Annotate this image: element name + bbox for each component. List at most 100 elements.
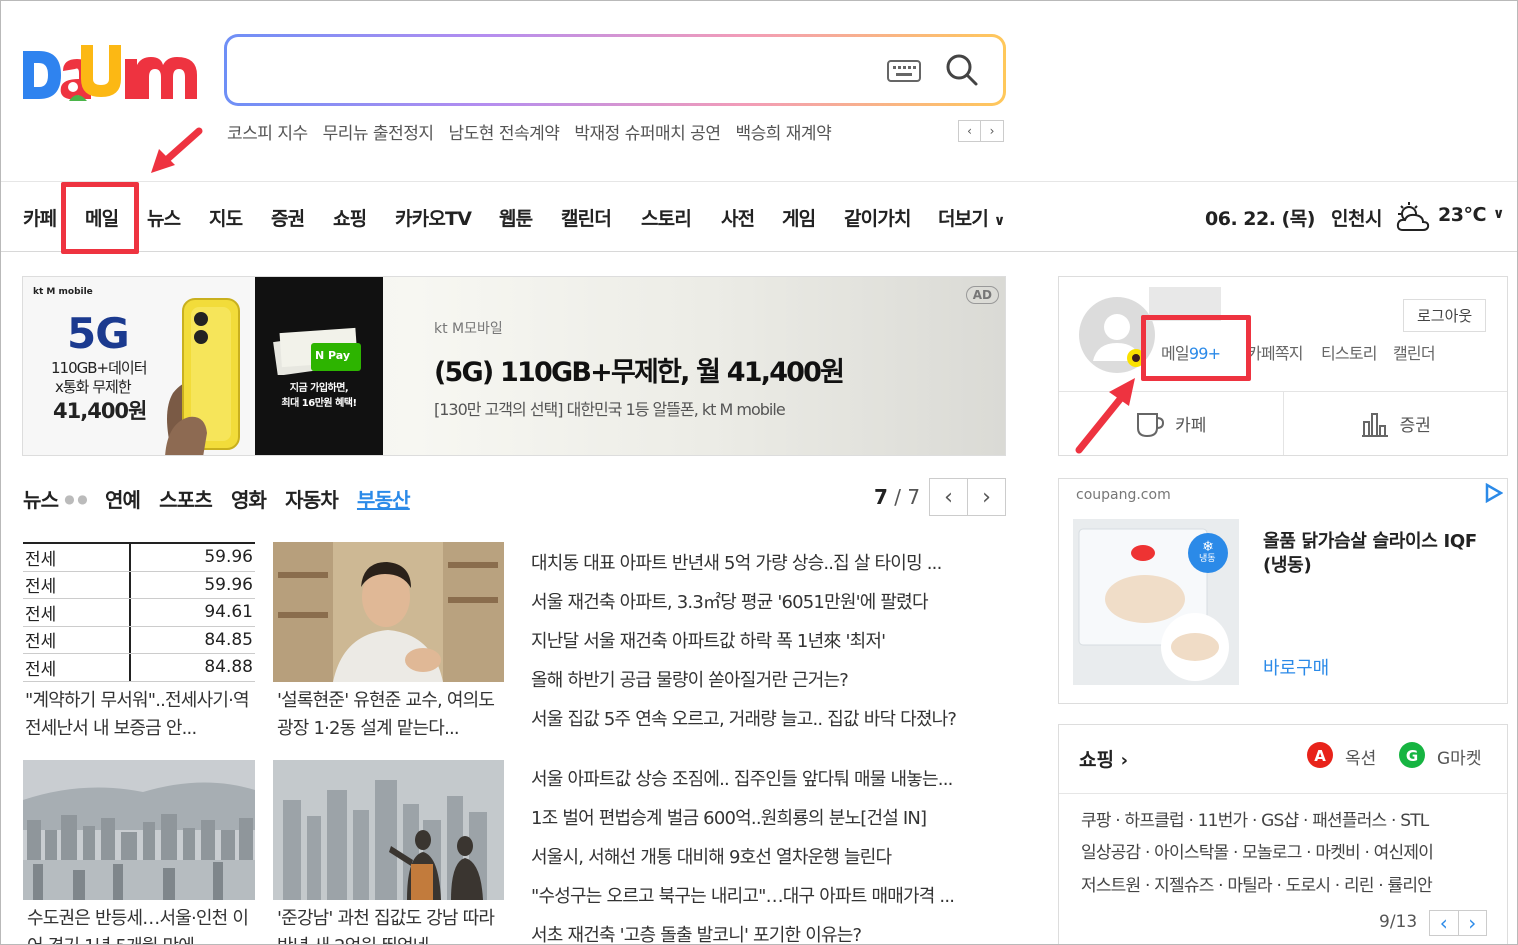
trending-item[interactable]: 코스피 지수 [227, 119, 308, 144]
table-cell: 84.85 [204, 629, 253, 650]
trending-item[interactable]: 백승희 재계약 [735, 119, 831, 144]
auction-logo-icon[interactable]: A [1307, 742, 1333, 772]
nav-shopping[interactable]: 쇼핑 [333, 204, 367, 231]
news-headline[interactable]: 서울 아파트값 상승 조짐에.. 집주인들 앞다퉈 매물 내놓는... [531, 765, 953, 791]
news-tabs: 뉴스 ● ● 연예 스포츠 영화 자동차 부동산 [23, 484, 429, 513]
news-caption[interactable]: 수도권은 반등세…서울·인천 이어 경기 1년 5개월 만에 [27, 905, 259, 944]
ad-promo1: 지금 가입하면, [289, 383, 349, 394]
news-page-current: 7 [874, 485, 888, 509]
table-cell: 94.61 [204, 602, 253, 623]
trending-item[interactable]: 무리뉴 출전정지 [323, 119, 434, 144]
phone-image-icon [165, 298, 240, 455]
news-headline[interactable]: 올해 하반기 공급 물량이 쏟아질거란 근거는? [531, 666, 849, 692]
nav-game[interactable]: 게임 [782, 204, 816, 231]
logout-button[interactable]: 로그아웃 [1403, 299, 1487, 332]
news-headline[interactable]: 지난달 서울 재건축 아파트값 하락 폭 1년來 '최저' [531, 627, 886, 653]
nav-kakaotv[interactable]: 카카오TV [395, 204, 472, 231]
table-row: 전세 59.96 [23, 544, 255, 572]
gmarket-link[interactable]: G마켓 [1437, 744, 1481, 769]
news-thumb-city[interactable] [23, 760, 255, 900]
news-headline[interactable]: "수성구는 오르고 북구는 내리고"…대구 아파트 매매가격 ... [531, 882, 955, 908]
news-caption[interactable]: '준강남' 과천 집값도 강남 따라 반년 새 2억원 뛰었네 [277, 905, 509, 944]
news-headline[interactable]: 1조 벌어 편법승계 벌금 600억..원희룡의 분노[건설 IN] [531, 804, 927, 830]
daum-logo[interactable] [21, 39, 199, 105]
chevron-left-icon[interactable]: ‹ [930, 479, 968, 515]
search-icon[interactable] [945, 53, 979, 91]
calendar-link[interactable]: 캘린더 [1393, 340, 1436, 364]
news-caption[interactable]: "계약하기 무서워"..전세사기·역전세난서 내 보증금 안... [25, 687, 257, 743]
nav-webtoon[interactable]: 웹툰 [499, 204, 533, 231]
tab-sports[interactable]: 스포츠 [159, 484, 213, 513]
shop-links-line[interactable]: 쿠팡 · 하프클럽 · 11번가 · GS샵 · 패션플러스 · STL [1081, 806, 1429, 831]
svg-text:G: G [1406, 747, 1418, 765]
ad-brand-small: kt M mobile [33, 287, 93, 297]
ad-banner[interactable]: kt M mobile 5G 110GB+데이터 x통화 무제한 41,400원… [22, 276, 1006, 456]
shopping-title[interactable]: 쇼핑 › [1079, 745, 1128, 772]
news-headline[interactable]: 서울 집값 5주 연속 오르고, 거래량 늘고.. 집값 바닥 다졌나? [531, 705, 957, 731]
news-pager: ‹ › [929, 478, 1006, 516]
trending-item[interactable]: 남도현 전속계약 [449, 119, 560, 144]
chevron-down-icon[interactable]: ∨ [1493, 206, 1504, 222]
nav-more[interactable]: 더보기 ∨ [938, 204, 1005, 231]
tab-realestate[interactable]: 부동산 [357, 484, 411, 513]
trending-item[interactable]: 박재정 슈퍼매치 공연 [574, 119, 721, 144]
ad-line2: x통화 무제한 [55, 378, 132, 396]
buy-now-link[interactable]: 바로구매 [1263, 654, 1329, 680]
city-label[interactable]: 인천시 [1331, 204, 1382, 231]
tab-entertainment[interactable]: 연예 [105, 484, 141, 513]
table-cell: 59.96 [204, 547, 253, 568]
table-cell: 전세 [23, 626, 131, 653]
adchoices-icon[interactable] [1483, 482, 1504, 507]
coupang-ad[interactable]: coupang.com ❄ 냉동 올품 닭가슴살 슬라이스 IQF (냉동) 바… [1058, 478, 1508, 704]
ad-badge[interactable]: AD [965, 286, 999, 304]
ad-title[interactable]: (5G) 110GB+무제한, 월 41,400원 [434, 350, 845, 389]
divider [1059, 793, 1507, 794]
chevron-right-icon[interactable]: › [1459, 911, 1487, 935]
main-nav: 카페 메일 뉴스 지도 증권 쇼핑 카카오TV 웹툰 캘린더 스토리 사전 게임… [1, 181, 1517, 254]
chevron-down-icon: ∨ [993, 213, 1005, 229]
tab-movie[interactable]: 영화 [231, 484, 267, 513]
search-input[interactable] [245, 51, 865, 87]
nav-map[interactable]: 지도 [209, 204, 243, 231]
city-image-icon [23, 760, 255, 900]
ad-image-npay: N Pay 지금 가입하면, 최대 16만원 혜택! [255, 277, 383, 455]
news-thumb-table[interactable]: 전세 59.96 전세 59.96 전세 94.61 전세 84.85 전세 84.88 [23, 542, 255, 682]
news-thumb-portrait[interactable] [273, 542, 504, 682]
tab-news[interactable]: 뉴스 [23, 484, 59, 513]
cafe-note-link[interactable]: 카페쪽지 [1247, 340, 1303, 364]
tistory-link[interactable]: 티스토리 [1321, 340, 1377, 364]
shop-links-line[interactable]: 저스트원 · 지젤슈즈 · 마틸라 · 도로시 · 리린 · 률리안 [1081, 871, 1433, 896]
news-caption[interactable]: '설록현준' 유현준 교수, 여의도 광장 1·2동 설계 맡는다... [277, 687, 509, 743]
nav-dictionary[interactable]: 사전 [721, 204, 755, 231]
nav-together[interactable]: 같이가치 [844, 204, 912, 231]
ad-price: 41,400원 [53, 399, 147, 423]
shop-links-line[interactable]: 일상공감 · 아이스탁몰 · 모놀로그 · 마켓비 · 여신제이 [1081, 838, 1434, 863]
nav-stock[interactable]: 증권 [271, 204, 305, 231]
chevron-left-icon[interactable]: ‹ [1430, 911, 1459, 935]
quick-stock[interactable]: 증권 [1284, 392, 1508, 455]
nav-more-label: 더보기 [938, 208, 989, 230]
chevron-right-icon[interactable]: › [968, 479, 1005, 515]
news-headline[interactable]: 서초 재건축 '고층 돌출 발코니' 포기한 이유는? [531, 921, 862, 944]
auction-link[interactable]: 옥션 [1345, 744, 1376, 769]
tab-car[interactable]: 자동차 [285, 484, 339, 513]
news-thumb-skyline[interactable] [273, 760, 504, 900]
nav-story[interactable]: 스토리 [641, 204, 692, 231]
news-headline[interactable]: 서울 재건축 아파트, 3.3㎡당 평균 '6051만원'에 팔렸다 [531, 588, 929, 614]
nav-news[interactable]: 뉴스 [147, 204, 181, 231]
news-headline[interactable]: 대치동 대표 아파트 반년새 5억 가량 상승..집 살 타이밍 ... [531, 549, 942, 575]
product-image[interactable]: ❄ 냉동 [1073, 519, 1239, 685]
news-headline[interactable]: 서울시, 서해선 개통 대비해 9호선 열차운행 늘린다 [531, 843, 892, 869]
ad-description: [130만 고객의 선택] 대한민국 1등 알뜰폰, kt M mobile [434, 400, 786, 419]
trending-prev-button[interactable]: ‹ [959, 121, 981, 141]
trending-next-button[interactable]: › [981, 121, 1003, 141]
ad-promo2: 최대 16만원 혜택! [281, 398, 357, 409]
coupang-domain: coupang.com [1076, 487, 1171, 503]
gmarket-logo-icon[interactable]: G [1399, 742, 1425, 772]
nav-cafe[interactable]: 카페 [23, 204, 57, 231]
nav-calendar[interactable]: 캘린더 [561, 204, 612, 231]
shop-pager: ‹ › [1429, 910, 1487, 936]
keyboard-icon[interactable] [887, 60, 921, 86]
product-title[interactable]: 올품 닭가슴살 슬라이스 IQF (냉동) [1263, 530, 1493, 578]
table-row: 전세 59.96 [23, 571, 255, 599]
